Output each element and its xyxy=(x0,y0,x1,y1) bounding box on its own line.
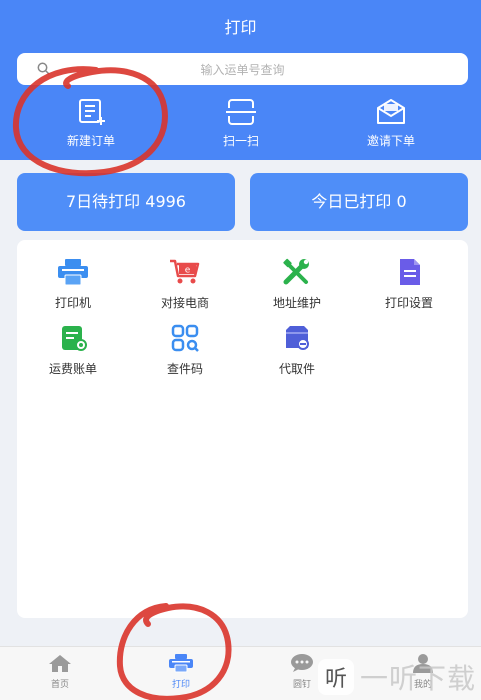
pickup-icon xyxy=(286,326,309,350)
tool-address-label: 地址维护 xyxy=(272,296,321,310)
tab-print[interactable]: 打印 xyxy=(151,653,211,690)
tool-query-code[interactable]: 查件码 xyxy=(135,324,235,377)
home-icon xyxy=(49,655,71,672)
tab-print-label: 打印 xyxy=(171,680,190,690)
invite-order-button[interactable]: 邀请下单 xyxy=(331,98,451,149)
tool-freight-bill[interactable]: 运费账单 xyxy=(23,324,123,377)
watermark: 听 一听下载 xyxy=(318,657,476,697)
search-input[interactable]: 输入运单号查询 xyxy=(17,53,468,85)
pending-print-text: 7日待打印 4996 xyxy=(66,192,186,211)
watermark-logo: 听 xyxy=(318,659,354,695)
tool-query-code-label: 查件码 xyxy=(166,362,203,376)
tool-pickup[interactable]: 代取件 xyxy=(247,324,347,377)
new-order-label: 新建订单 xyxy=(66,134,115,148)
chat-icon xyxy=(291,654,313,672)
scan-button[interactable]: 扫一扫 xyxy=(181,98,301,149)
invite-order-icon xyxy=(377,99,405,124)
svg-text:e: e xyxy=(185,266,191,276)
printer-icon xyxy=(58,259,88,286)
tool-ecommerce-label: 对接电商 xyxy=(160,296,209,310)
watermark-text: 一听下载 xyxy=(360,662,477,695)
tool-print-settings[interactable]: 打印设置 xyxy=(359,258,459,311)
printed-today-text: 今日已打印 0 xyxy=(311,192,407,211)
scan-icon xyxy=(226,99,256,125)
bill-icon xyxy=(62,326,87,351)
scan-label: 扫一扫 xyxy=(222,134,259,148)
invite-order-label: 邀请下单 xyxy=(366,134,415,148)
pending-print-card[interactable]: 7日待打印 4996 xyxy=(17,173,235,231)
search-placeholder: 输入运单号查询 xyxy=(200,63,285,77)
doc-settings-icon xyxy=(400,259,420,285)
cart-icon: e xyxy=(170,259,200,284)
tab-home-label: 首页 xyxy=(50,680,69,690)
tool-freight-bill-label: 运费账单 xyxy=(48,362,97,376)
tool-print-settings-label: 打印设置 xyxy=(384,296,433,310)
new-order-button[interactable]: 新建订单 xyxy=(31,98,151,149)
wrench-icon xyxy=(283,258,309,285)
tool-ecommerce[interactable]: e 对接电商 xyxy=(135,258,235,311)
tools-panel: 打印机 e 对接电商 地址维护 打印设置 运费账单 查件码 代取件 xyxy=(17,240,468,618)
tool-address[interactable]: 地址维护 xyxy=(247,258,347,311)
tab-home[interactable]: 首页 xyxy=(30,653,90,690)
printer-icon xyxy=(169,654,193,673)
printed-today-card[interactable]: 今日已打印 0 xyxy=(250,173,468,231)
tool-pickup-label: 代取件 xyxy=(278,362,315,376)
new-order-icon xyxy=(79,99,105,125)
header: 打印 输入运单号查询 新建订单 扫一扫 邀请下单 xyxy=(0,0,481,160)
qr-icon xyxy=(171,324,199,352)
page-title: 打印 xyxy=(224,18,257,37)
tool-printer[interactable]: 打印机 xyxy=(23,258,123,311)
tool-printer-label: 打印机 xyxy=(54,296,91,310)
